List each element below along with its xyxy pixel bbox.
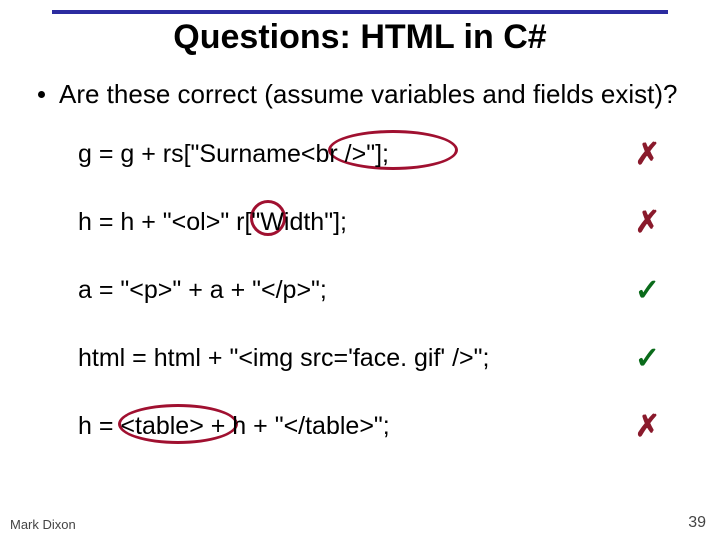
- check-icon: ✓: [635, 341, 660, 376]
- question-text: Are these correct (assume variables and …: [59, 79, 678, 110]
- code-line: g = g + rs["Surname<br />"]; ✗: [78, 136, 660, 172]
- code-text: h = h + "<ol>" r["Width"];: [78, 208, 347, 237]
- cross-icon: ✗: [635, 137, 660, 172]
- page-number: 39: [688, 514, 706, 532]
- check-icon: ✓: [635, 273, 660, 308]
- slide-title: Questions: HTML in C#: [20, 18, 700, 57]
- slide: Questions: HTML in C# Are these correct …: [0, 0, 720, 540]
- code-line: a = "<p>" + a + "</p>"; ✓: [78, 272, 660, 308]
- code-line: h = <table> + h + "</table>"; ✗: [78, 408, 660, 444]
- code-text: html = html + "<img src='face. gif' />";: [78, 344, 489, 373]
- code-text: h = <table> + h + "</table>";: [78, 412, 390, 441]
- code-line: h = h + "<ol>" r["Width"]; ✗: [78, 204, 660, 240]
- bullet-row: Are these correct (assume variables and …: [38, 79, 700, 110]
- cross-icon: ✗: [635, 409, 660, 444]
- bullet-dot-icon: [38, 91, 45, 98]
- code-line: html = html + "<img src='face. gif' />";…: [78, 340, 660, 376]
- cross-icon: ✗: [635, 205, 660, 240]
- top-rule: [52, 10, 668, 14]
- code-text: g = g + rs["Surname<br />"];: [78, 140, 389, 169]
- code-lines: g = g + rs["Surname<br />"];✗h = h + "<o…: [78, 136, 660, 444]
- footer-author: Mark Dixon: [10, 517, 76, 532]
- code-text: a = "<p>" + a + "</p>";: [78, 276, 327, 305]
